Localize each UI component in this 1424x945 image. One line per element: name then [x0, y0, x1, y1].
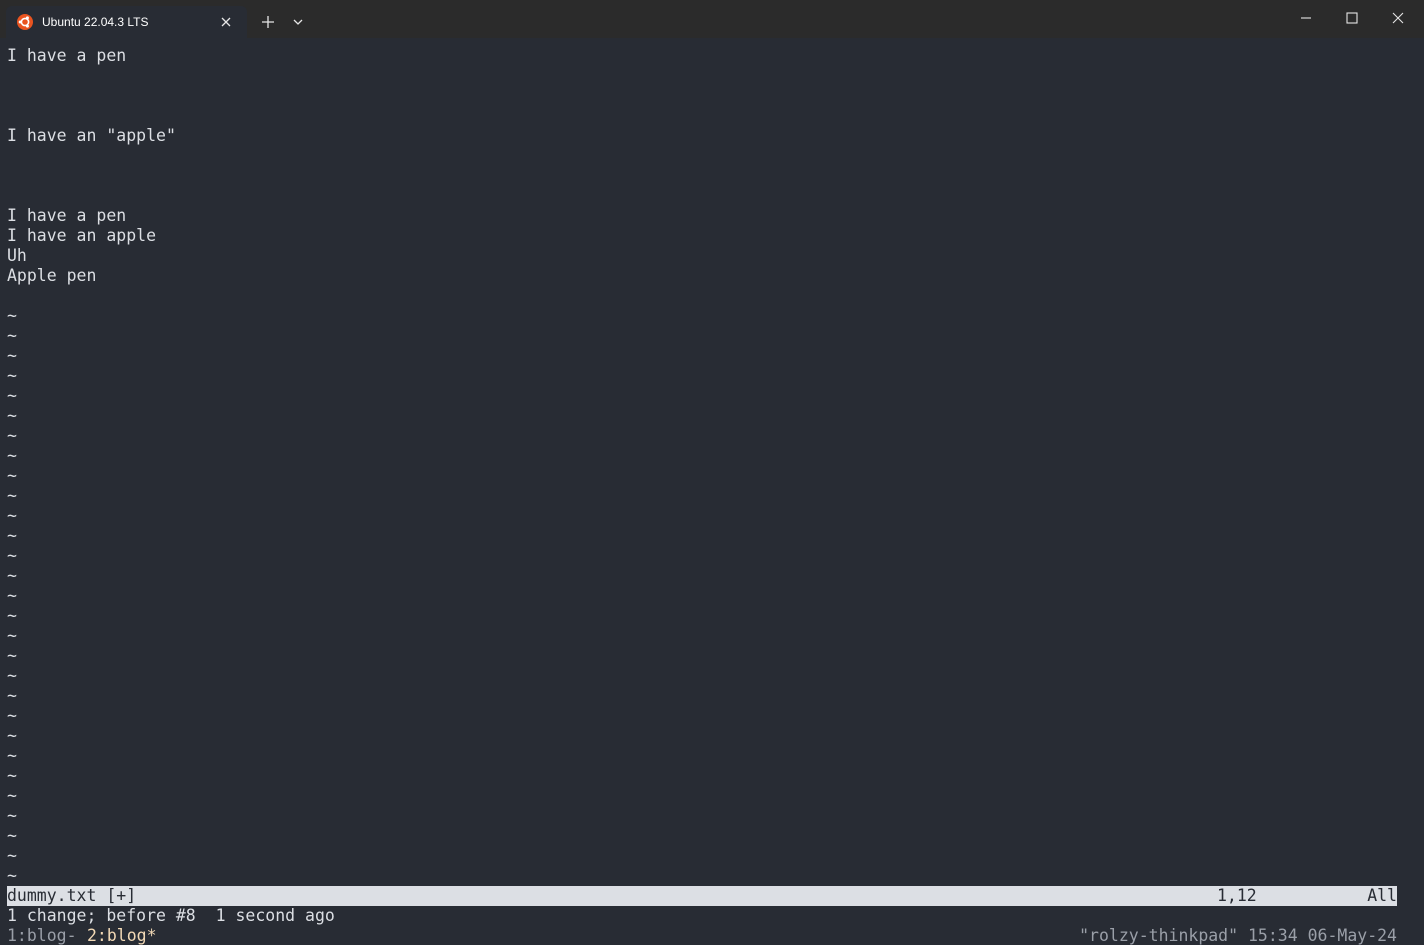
buffer-line[interactable]: I have an "apple": [7, 126, 176, 146]
empty-line-marker: ~: [7, 686, 17, 705]
empty-line-marker: ~: [7, 626, 17, 645]
chevron-down-icon[interactable]: [290, 14, 306, 30]
empty-line-marker: ~: [7, 406, 17, 425]
status-cursor-position: 1,12: [1217, 886, 1257, 905]
empty-line-marker: ~: [7, 466, 17, 485]
buffer-line[interactable]: I have a pen: [7, 206, 126, 226]
maximize-icon[interactable]: [1344, 10, 1360, 26]
empty-line-marker: ~: [7, 526, 17, 545]
empty-line-marker: ~: [7, 446, 17, 465]
buffer-line[interactable]: Uh: [7, 246, 27, 266]
empty-line-marker: ~: [7, 746, 17, 765]
empty-line-marker: ~: [7, 506, 17, 525]
tmux-window-1[interactable]: 1:blog-: [7, 926, 77, 945]
empty-line-marker: ~: [7, 726, 17, 745]
status-filename: dummy.txt [+]: [7, 886, 137, 905]
empty-line-marker: ~: [7, 426, 17, 445]
close-icon[interactable]: [218, 14, 234, 30]
empty-line-marker: ~: [7, 566, 17, 585]
tab-ubuntu[interactable]: Ubuntu 22.04.3 LTS: [6, 6, 247, 38]
ubuntu-logo-icon: [17, 14, 33, 30]
buffer-line[interactable]: I have an apple: [7, 226, 156, 246]
empty-line-marker: ~: [7, 806, 17, 825]
empty-line-marker: ~: [7, 366, 17, 385]
terminal-area[interactable]: I have a pen I have an "apple" I have a pe…: [0, 38, 1424, 945]
empty-line-marker: ~: [7, 306, 17, 325]
empty-line-marker: ~: [7, 606, 17, 625]
empty-line-marker: ~: [7, 786, 17, 805]
empty-line-marker: ~: [7, 346, 17, 365]
minimize-icon[interactable]: [1298, 10, 1314, 26]
tab-title: Ubuntu 22.04.3 LTS: [42, 15, 149, 29]
buffer-line[interactable]: I have a pen: [7, 46, 126, 66]
empty-line-marker: ~: [7, 666, 17, 685]
empty-line-marker: ~: [7, 586, 17, 605]
plus-icon[interactable]: [258, 12, 278, 32]
tmux-window-2[interactable]: 2:blog*: [87, 926, 157, 945]
empty-line-marker: ~: [7, 326, 17, 345]
status-scroll-indicator: All: [1367, 886, 1397, 905]
vim-message-line: 1 change; before #8 1 second ago: [7, 906, 335, 925]
close-icon[interactable]: [1390, 10, 1406, 26]
empty-line-marker: ~: [7, 486, 17, 505]
vim-statusline: dummy.txt [+] 1,12 All: [7, 886, 1397, 906]
empty-line-marker: ~: [7, 766, 17, 785]
empty-line-marker: ~: [7, 386, 17, 405]
empty-line-marker: ~: [7, 826, 17, 845]
empty-line-marker: ~: [7, 546, 17, 565]
title-bar: Ubuntu 22.04.3 LTS: [0, 0, 1424, 38]
tmux-status-right: "rolzy-thinkpad" 15:34 06-May-24: [1079, 926, 1397, 945]
empty-line-marker: ~: [7, 846, 17, 865]
buffer-line[interactable]: Apple pen: [7, 266, 96, 286]
empty-line-marker: ~: [7, 646, 17, 665]
empty-line-marker: ~: [7, 706, 17, 725]
tmux-status-bar: 1:blog- 2:blog* "rolzy-thinkpad" 15:34 0…: [7, 926, 1397, 945]
terminal-window: Ubuntu 22.04.3 LTS I have a pen I have an…: [0, 0, 1424, 945]
empty-line-marker: ~: [7, 866, 17, 885]
